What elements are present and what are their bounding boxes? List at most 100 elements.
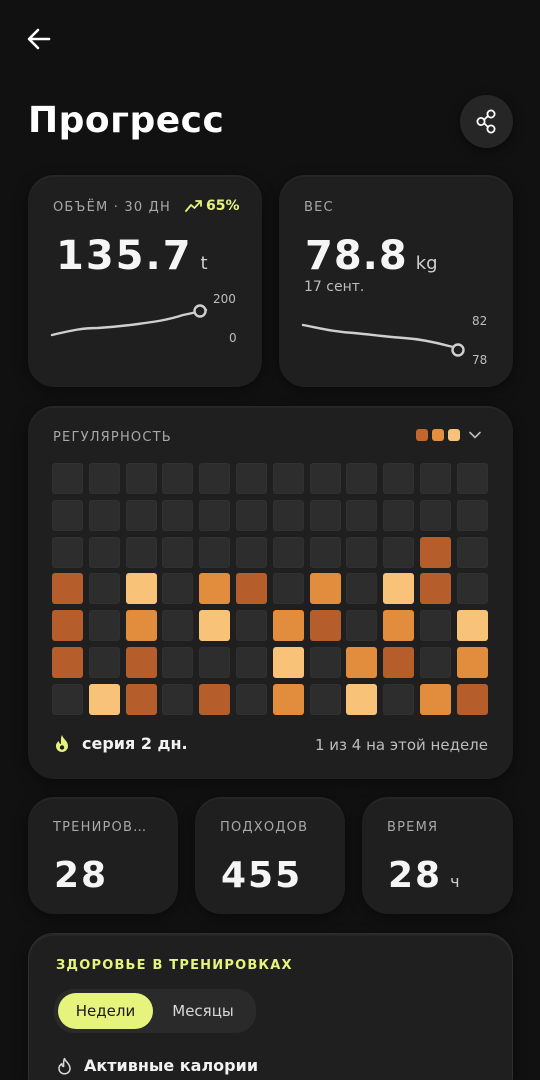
weight-axis-min: 78 [472,353,488,367]
heatmap-cell [88,499,120,531]
heatmap-cell [272,536,304,568]
stat-card-time[interactable]: ВРЕМЯ 28 ч [362,797,513,914]
heatmap-cell [272,683,304,715]
heatmap-cell [346,463,378,494]
heatmap-cell [162,499,194,531]
period-toggle: Недели Месяцы [54,989,256,1033]
weight-axis-max: 82 [472,314,488,328]
heatmap-cell [52,610,83,642]
heatmap-cell [88,463,120,494]
heatmap-cell [383,610,415,642]
heatmap-cell [383,647,415,678]
chevron-down-icon [469,431,481,439]
heatmap-cell [199,683,231,715]
tab-weeks[interactable]: Недели [58,993,153,1029]
regularity-card: РЕГУЛЯРНОСТЬ серия 2 дн. 1 из 4 на этой … [28,406,513,779]
heatmap-cell [420,683,451,715]
heatmap-cell [456,610,488,642]
tab-weeks-label: Недели [75,1002,136,1020]
streak-text: серия 2 дн. [82,734,188,753]
heatmap-cell [125,536,157,568]
tab-months-label: Месяцы [172,1002,234,1020]
stat-card-sets[interactable]: ПОДХОДОВ 455 [195,797,345,914]
heatmap-cell [456,463,488,494]
volume-axis-max: 200 [213,292,236,306]
stat-label-sets: ПОДХОДОВ [220,820,309,835]
heatmap-cell [346,536,378,568]
heatmap-cell [52,463,83,494]
color-scheme-selector[interactable] [416,429,481,441]
stat-value-time: 28 [388,855,443,896]
heatmap-cell [162,573,194,605]
heatmap-cell [383,499,415,531]
heatmap-cell [346,647,378,678]
back-button[interactable] [22,22,56,56]
active-calories-label: Активные калории [84,1056,259,1075]
heatmap-cell [420,647,451,678]
heatmap-cell [125,683,157,715]
heatmap-cell [125,610,157,642]
heatmap-cell [346,610,378,642]
heatmap-cell [272,463,304,494]
heatmap-cell [346,499,378,531]
heatmap-cell [309,463,341,494]
arrow-left-icon [27,28,51,50]
heatmap-cell [88,683,120,715]
heatmap-cell [162,463,194,494]
heatmap-cell [272,647,304,678]
heatmap-cell [199,499,231,531]
active-calories-row[interactable]: Активные калории [57,1056,258,1075]
regularity-label: РЕГУЛЯРНОСТЬ [53,430,172,445]
share-button[interactable] [460,95,513,148]
tab-months[interactable]: Месяцы [154,993,252,1029]
stat-value-sets: 455 [221,855,303,896]
heatmap-cell [162,683,194,715]
health-card: ЗДОРОВЬЕ В ТРЕНИРОВКАХ Недели Месяцы Акт… [28,933,513,1080]
heatmap-cell [52,499,83,531]
heatmap-cell [272,499,304,531]
heatmap-cell [420,610,451,642]
heatmap-cell [199,647,231,678]
page-title: Прогресс [28,100,225,141]
volume-axis-min: 0 [229,331,237,345]
heatmap-cell [125,463,157,494]
heatmap-cell [309,610,341,642]
weight-card[interactable]: ВЕС 78.8 kg 17 сент. 82 78 [279,175,513,387]
heatmap-cell [236,573,267,605]
legend-swatch-2 [432,429,444,441]
heatmap-cell [272,573,304,605]
heatmap-cell [162,610,194,642]
heatmap-cell [456,647,488,678]
heatmap-cell [199,610,231,642]
heatmap-cell [88,536,120,568]
heatmap-cell [162,647,194,678]
heatmap-cell [236,536,267,568]
share-icon [476,109,496,134]
heatmap-cell [125,647,157,678]
heatmap-cell [199,463,231,494]
heatmap-cell [52,573,83,605]
heatmap-cell [199,536,231,568]
flame-icon [56,735,68,752]
heatmap-cell [272,610,304,642]
heatmap-cell [88,610,120,642]
heatmap-cell [309,683,341,715]
heatmap-cell [88,647,120,678]
heatmap-cell [346,573,378,605]
heatmap-cell [236,463,267,494]
flame-outline-icon [58,1057,71,1075]
heatmap-cell [383,573,415,605]
heatmap-cell [456,536,488,568]
legend-swatch-3 [448,429,460,441]
heatmap-cell [420,536,451,568]
health-title: ЗДОРОВЬЕ В ТРЕНИРОВКАХ [56,958,293,973]
heatmap-cell [236,499,267,531]
legend-swatch-1 [416,429,428,441]
heatmap-cell [236,683,267,715]
heatmap-cell [52,536,83,568]
heatmap-cell [420,573,451,605]
stat-unit-time: ч [450,872,460,891]
volume-card[interactable]: ОБЪЁМ · 30 ДН 65% 135.7 t 200 0 [28,175,262,387]
stat-card-workouts[interactable]: ТРЕНИРОВ… 28 [28,797,178,914]
heatmap-cell [309,536,341,568]
